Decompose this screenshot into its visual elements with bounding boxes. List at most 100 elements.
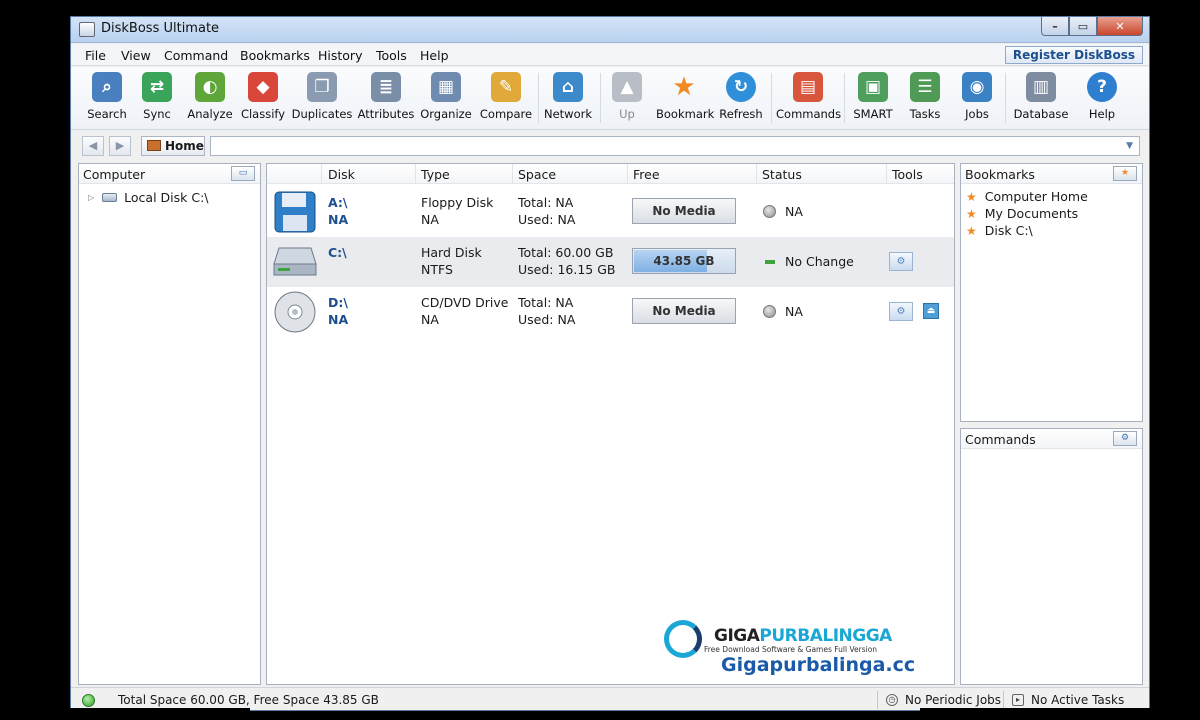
menu-tools[interactable]: Tools	[376, 48, 407, 63]
letterbox-top-left	[0, 0, 358, 12]
toolbar-database-button[interactable]: ▥ Database	[1012, 72, 1070, 121]
toolbar-attributes-button[interactable]: ≣ Attributes	[357, 72, 415, 121]
menu-bar: File View Command Bookmarks History Tool…	[71, 44, 1149, 66]
toolbar: ⌕ Search ⇄ Sync ◐ Analyze ◆ Classify ❐ Duplic…	[71, 67, 1149, 130]
toolbar-jobs-button[interactable]: ◉ Jobs	[955, 72, 999, 121]
free-space-bar: No Media	[632, 198, 736, 224]
tree-node-local-disk[interactable]: ▷ Local Disk C:\	[88, 190, 209, 205]
toolbar-refresh-button[interactable]: ↻ Refresh	[716, 72, 766, 121]
toolbar-sync-button[interactable]: ⇄ Sync	[135, 72, 179, 121]
column-separator	[321, 164, 322, 184]
toolbar-label: Bookmark	[656, 107, 715, 121]
minimize-button[interactable]: –	[1041, 17, 1069, 36]
watermark-brand-b: PURBALINGGA	[759, 626, 892, 646]
toolbar-bookmark-button[interactable]: ★ Bookmark	[656, 72, 715, 121]
letterbox-bottom-left	[0, 708, 250, 720]
disk-filesystem: NA	[421, 212, 439, 227]
menu-view[interactable]: View	[121, 48, 151, 63]
disk-row-c[interactable]: C:\ Hard Disk NTFS Total: 60.00 GB Used:…	[267, 237, 954, 287]
free-space-label: 43.85 GB	[653, 254, 715, 268]
toolbar-label: Refresh	[719, 107, 763, 121]
menu-bookmarks[interactable]: Bookmarks	[240, 48, 310, 63]
tasks-icon: ▸	[1012, 694, 1024, 706]
disk-status: NA	[785, 204, 803, 219]
column-tools[interactable]: Tools	[892, 167, 923, 182]
disk-drive-label: A:\	[328, 195, 348, 210]
disk-drive-label: D:\	[328, 295, 348, 310]
app-icon	[79, 22, 95, 37]
star-icon: ★	[672, 72, 696, 102]
commands-panel: Commands ⚙	[960, 428, 1143, 685]
watermark-tagline: Free Download Software & Games Full Vers…	[704, 645, 878, 654]
toolbar-help-button[interactable]: ? Help	[1081, 72, 1123, 121]
disk-filesystem: NTFS	[421, 262, 453, 277]
toolbar-analyze-button[interactable]: ◐ Analyze	[185, 72, 235, 121]
free-space-bar: 43.85 GB	[632, 248, 736, 274]
bookmark-label: Computer Home	[984, 189, 1088, 204]
sync-icon: ⇄	[142, 72, 172, 102]
toolbar-separator	[600, 73, 601, 123]
chevron-down-icon[interactable]: ▼	[1126, 141, 1133, 151]
bookmark-item[interactable]: ★ Disk C:\	[966, 223, 1033, 238]
toolbar-tasks-button[interactable]: ☰ Tasks	[903, 72, 947, 121]
commands-icon: ▤	[793, 72, 823, 102]
status-no-change-icon	[765, 260, 775, 264]
eject-icon[interactable]: ⏏	[923, 303, 939, 319]
disk-total: Total: NA	[518, 195, 574, 210]
address-bar: ◀ ▶ Home ▼	[71, 133, 1149, 158]
gear-icon[interactable]: ⚙	[1113, 431, 1137, 446]
column-type[interactable]: Type	[421, 167, 450, 182]
menu-help[interactable]: Help	[420, 48, 449, 63]
back-button[interactable]: ◀	[82, 136, 104, 156]
menu-history[interactable]: History	[318, 48, 362, 63]
tasks-icon: ☰	[910, 72, 940, 102]
toolbar-organize-button[interactable]: ▦ Organize	[419, 72, 473, 121]
disk-row-d[interactable]: D:\ NA CD/DVD Drive NA Total: NA Used: N…	[267, 287, 954, 337]
menu-command[interactable]: Command	[164, 48, 228, 63]
commands-panel-header: Commands ⚙	[961, 429, 1142, 449]
toolbar-commands-button[interactable]: ▤ Commands	[776, 72, 841, 121]
column-space[interactable]: Space	[518, 167, 556, 182]
toolbar-label: Sync	[143, 107, 171, 121]
address-input[interactable]: ▼	[210, 136, 1140, 156]
disk-type: CD/DVD Drive	[421, 295, 509, 310]
monitor-icon[interactable]: ▭	[231, 166, 255, 181]
home-button[interactable]: Home	[141, 136, 205, 156]
register-button[interactable]: Register DiskBoss	[1004, 46, 1143, 64]
expand-arrow-icon[interactable]: ▷	[88, 193, 94, 202]
add-bookmark-icon[interactable]: ★	[1113, 166, 1137, 181]
toolbar-compare-button[interactable]: ✎ Compare	[477, 72, 535, 121]
toolbar-up-button[interactable]: ▲ Up	[608, 72, 646, 121]
disk-list-header: Disk Type Space Free Status Tools	[267, 164, 954, 184]
column-status[interactable]: Status	[762, 167, 802, 182]
window-title: DiskBoss Ultimate	[101, 21, 220, 36]
bookmark-label: Disk C:\	[984, 223, 1033, 238]
menu-file[interactable]: File	[85, 48, 106, 63]
forward-button[interactable]: ▶	[109, 136, 131, 156]
duplicates-icon: ❐	[307, 72, 337, 102]
toolbar-network-button[interactable]: ⌂ Network	[541, 72, 595, 121]
toolbar-smart-button[interactable]: ▣ SMART	[849, 72, 897, 121]
column-free[interactable]: Free	[633, 167, 660, 182]
star-icon: ★	[966, 223, 977, 238]
close-button[interactable]: ✕	[1097, 17, 1143, 36]
status-na-icon	[763, 205, 776, 218]
toolbar-label: Classify	[240, 107, 286, 121]
toolbar-classify-button[interactable]: ◆ Classify	[239, 72, 287, 121]
toolbar-search-button[interactable]: ⌕ Search	[85, 72, 129, 121]
toolbar-label: Jobs	[965, 107, 989, 121]
bookmark-item[interactable]: ★ Computer Home	[966, 189, 1088, 204]
free-space-label: No Media	[652, 204, 716, 218]
toolbar-label: Analyze	[187, 107, 233, 121]
status-separator	[877, 691, 878, 709]
disk-row-a[interactable]: A:\ NA Floppy Disk NA Total: NA Used: NA…	[267, 187, 954, 237]
maximize-button[interactable]: ▭	[1069, 17, 1097, 36]
toolbar-label: Search	[87, 107, 127, 121]
title-bar[interactable]: DiskBoss Ultimate – ▭ ✕	[71, 17, 1149, 43]
disk-tools-button[interactable]: ⚙	[889, 302, 913, 321]
disk-tools-button[interactable]: ⚙	[889, 252, 913, 271]
bookmark-item[interactable]: ★ My Documents	[966, 206, 1078, 221]
toolbar-duplicates-button[interactable]: ❐ Duplicates	[291, 72, 353, 121]
column-disk[interactable]: Disk	[328, 167, 355, 182]
watermark-url: Gigapurbalinga.cc	[721, 654, 916, 676]
